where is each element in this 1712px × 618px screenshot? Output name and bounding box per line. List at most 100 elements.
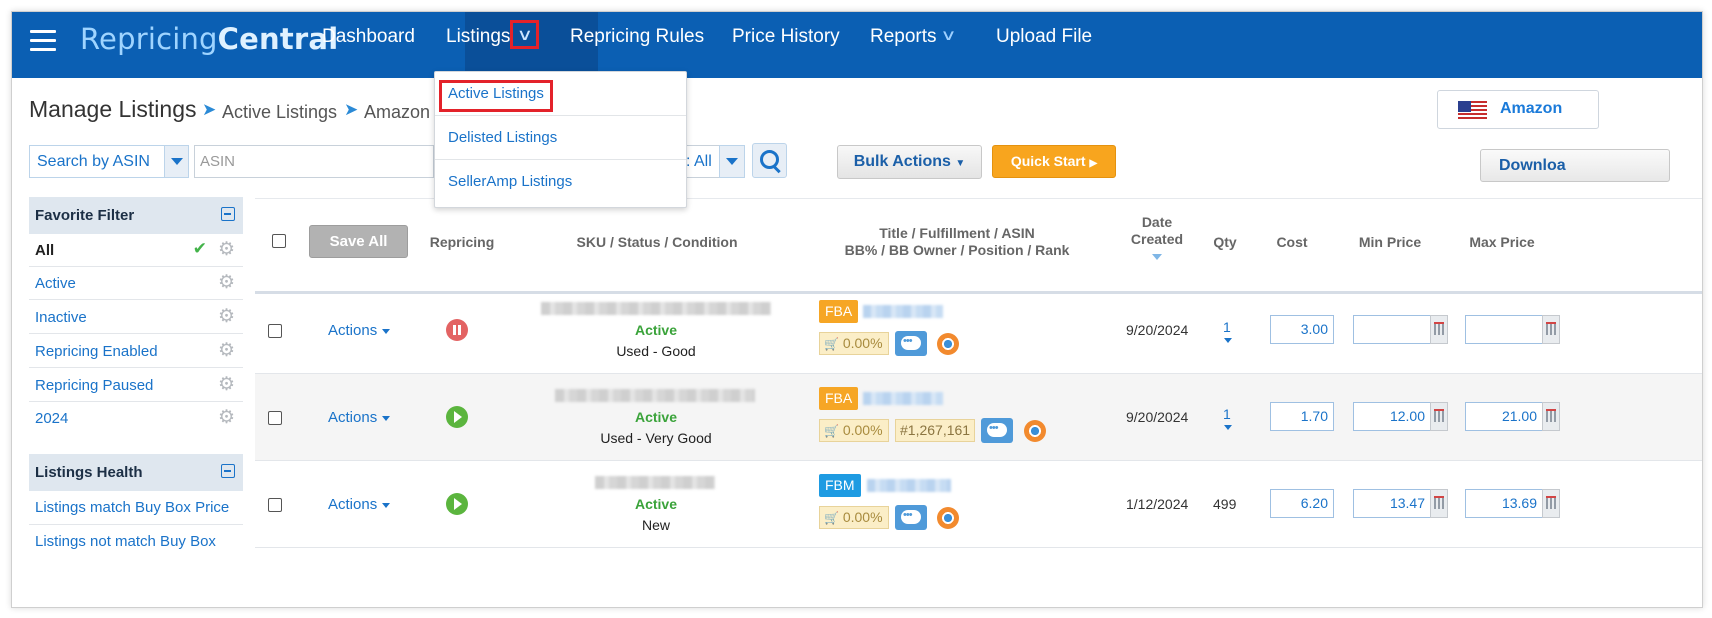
row-actions-dropdown[interactable]: Actions <box>328 496 391 513</box>
nav-repricing-rules[interactable]: Repricing Rules <box>570 12 704 78</box>
min-price-input[interactable]: 13.47 <box>1353 489 1431 518</box>
favorite-filter-2024[interactable]: 2024 ⚙ <box>29 402 243 435</box>
table-row: Actions Active Used - Very Good FBA 🛒 0.… <box>255 374 1702 461</box>
menu-item-label: Delisted Listings <box>448 129 558 146</box>
gear-icon[interactable]: ⚙ <box>218 307 235 327</box>
col-cost: Cost <box>1276 234 1308 250</box>
col-max-price: Max Price <box>1469 234 1535 250</box>
search-button[interactable] <box>752 143 787 178</box>
marketplace-selector[interactable]: Amazon <box>1437 90 1599 129</box>
cost-input[interactable]: 1.70 <box>1270 402 1334 431</box>
app-window: RepricingCentral Dashboard Listings ∨ Re… <box>11 11 1703 608</box>
search-type-dropdown-button[interactable] <box>164 145 189 178</box>
min-price-input[interactable] <box>1353 315 1431 344</box>
buybox-percent: 0.00% <box>842 509 883 525</box>
menu-item-active-listings[interactable]: Active Listings <box>435 72 686 116</box>
listing-status: Active <box>634 496 678 512</box>
gear-icon[interactable]: ⚙ <box>218 273 235 293</box>
select-all-checkbox[interactable] <box>272 234 286 248</box>
logo-part-1: Repricing <box>80 22 218 56</box>
qty-caret-icon[interactable] <box>1224 338 1232 343</box>
health-match-buy-box[interactable]: Listings match Buy Box Price <box>29 491 243 525</box>
row-checkbox[interactable] <box>268 411 282 425</box>
nav-listings[interactable]: Listings <box>446 12 510 78</box>
breadcrumb-active-listings[interactable]: Active Listings <box>222 102 337 123</box>
breadcrumb-amazon[interactable]: Amazon <box>364 102 430 123</box>
nav-dashboard[interactable]: Dashboard <box>322 12 415 78</box>
menu-item-selleramp-listings[interactable]: SellerAmp Listings <box>435 160 686 204</box>
search-type-select[interactable]: Search by ASIN <box>29 145 169 178</box>
buybox-percent: 0.00% <box>842 422 883 438</box>
favorite-filter-repricing-enabled[interactable]: Repricing Enabled ⚙ <box>29 335 243 368</box>
bulk-actions-button[interactable]: Bulk Actions ▼ <box>837 145 982 179</box>
favorite-filter-label: Repricing Paused <box>35 377 154 394</box>
save-all-button[interactable]: Save All <box>309 225 408 258</box>
quick-start-button[interactable]: Quick Start ▶ <box>992 145 1116 178</box>
col-date-line1[interactable]: Date <box>1127 213 1187 231</box>
buybox-percent-badge: 🛒 0.00% <box>819 419 889 442</box>
download-button[interactable]: Downloa <box>1480 149 1670 182</box>
menu-item-delisted-listings[interactable]: Delisted Listings <box>435 116 686 160</box>
nav-upload-file[interactable]: Upload File <box>996 12 1092 78</box>
health-not-match-buy-box[interactable]: Listings not match Buy Box <box>29 525 243 559</box>
status-filter-dropdown-button[interactable] <box>719 145 745 178</box>
row-actions-dropdown[interactable]: Actions <box>328 409 391 426</box>
row-actions-dropdown[interactable]: Actions <box>328 322 391 339</box>
favorite-filter-active[interactable]: Active ⚙ <box>29 267 243 300</box>
chat-icon[interactable] <box>895 331 927 356</box>
gear-icon[interactable]: ⚙ <box>218 240 235 260</box>
offers-orb-icon[interactable] <box>937 507 959 529</box>
calculator-icon[interactable] <box>1542 402 1560 431</box>
favorite-filter-header: Favorite Filter <box>29 197 243 234</box>
max-price-input[interactable] <box>1465 315 1543 344</box>
gear-icon[interactable]: ⚙ <box>218 375 235 395</box>
row-checkbox[interactable] <box>268 498 282 512</box>
calculator-icon[interactable] <box>1430 489 1448 518</box>
qty-link[interactable]: 1 <box>1223 406 1231 422</box>
cost-input[interactable]: 3.00 <box>1270 315 1334 344</box>
chat-icon[interactable] <box>981 418 1013 443</box>
logo[interactable]: RepricingCentral <box>80 22 338 56</box>
row-checkbox[interactable] <box>268 324 282 338</box>
cart-icon: 🛒 <box>824 511 839 525</box>
qty-caret-icon[interactable] <box>1224 425 1232 430</box>
nav-reports[interactable]: Reports <box>870 12 937 78</box>
max-price-input[interactable]: 21.00 <box>1465 402 1543 431</box>
qty-link[interactable]: 1 <box>1223 319 1231 335</box>
calculator-icon[interactable] <box>1430 402 1448 431</box>
repricing-play-icon[interactable] <box>446 493 468 515</box>
gear-icon[interactable]: ⚙ <box>218 341 235 361</box>
calculator-icon[interactable] <box>1542 315 1560 344</box>
col-date-line2[interactable]: Created <box>1127 230 1187 248</box>
min-price-input[interactable]: 12.00 <box>1353 402 1431 431</box>
table-row: Actions Active New FBM 🛒 0.00% 1/12/2024… <box>255 461 1702 548</box>
calculator-icon[interactable] <box>1542 489 1560 518</box>
nav-price-history[interactable]: Price History <box>732 12 840 78</box>
chat-icon[interactable] <box>895 505 927 530</box>
reports-chevron-down-icon[interactable]: ∨ <box>940 26 956 44</box>
logo-part-2: Central <box>217 22 339 56</box>
offers-orb-icon[interactable] <box>937 333 959 355</box>
bulk-actions-label: Bulk Actions <box>853 153 951 170</box>
listings-dropdown-toggle[interactable]: ∨ <box>510 20 539 49</box>
offers-orb-icon[interactable] <box>1024 420 1046 442</box>
listings-health-header: Listings Health <box>29 454 243 491</box>
fulfillment-badge: FBA <box>819 300 859 323</box>
cost-input[interactable]: 6.20 <box>1270 489 1334 518</box>
chevron-down-icon: ∨ <box>516 26 533 44</box>
repricing-pause-icon[interactable] <box>446 319 468 341</box>
favorite-filter-inactive[interactable]: Inactive ⚙ <box>29 301 243 334</box>
gear-icon[interactable]: ⚙ <box>218 408 235 428</box>
hamburger-menu-icon[interactable] <box>30 30 56 52</box>
breadcrumb-arrow-icon: ➤ <box>202 100 217 119</box>
asin-search-input[interactable]: ASIN <box>194 145 434 178</box>
sort-desc-icon[interactable] <box>1152 254 1162 260</box>
max-price-input[interactable]: 13.69 <box>1465 489 1543 518</box>
favorite-filter-all[interactable]: All ✔ ⚙ <box>29 234 243 267</box>
collapse-icon[interactable] <box>221 464 235 478</box>
quick-start-label: Quick Start <box>1010 153 1086 169</box>
repricing-play-icon[interactable] <box>446 406 468 428</box>
favorite-filter-repricing-paused[interactable]: Repricing Paused ⚙ <box>29 369 243 402</box>
collapse-icon[interactable] <box>221 207 235 221</box>
calculator-icon[interactable] <box>1430 315 1448 344</box>
